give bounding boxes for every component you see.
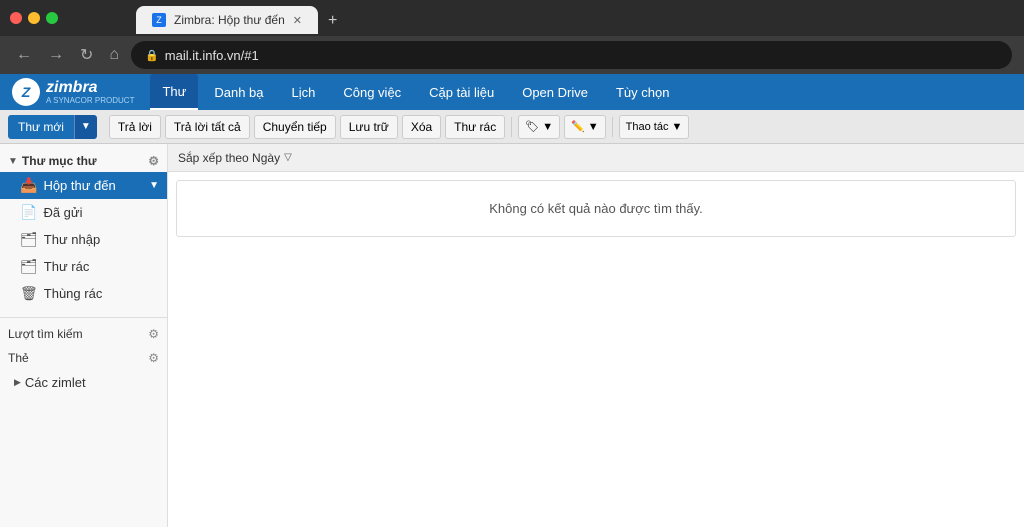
browser-titlebar: Z Zimbra: Hộp thư đến ✕ + xyxy=(0,0,1024,36)
back-button[interactable]: ← xyxy=(12,42,36,68)
actions-arrow: ▼ xyxy=(671,121,682,133)
spam-button[interactable]: Thư rác xyxy=(445,115,505,139)
sidebar: ▼ Thư mục thư ⚙ 📥 Hộp thư đến ▼ 📄 Đã gửi xyxy=(0,144,168,527)
new-email-button[interactable]: Thư mới xyxy=(8,115,74,139)
email-list: Không có kết quả nào được tìm thấy. xyxy=(168,172,1024,527)
reload-button[interactable]: ↻ xyxy=(76,41,97,69)
tags-section-header[interactable]: Thẻ ⚙ xyxy=(0,346,167,370)
sidebar-item-da-gui[interactable]: 📄 Đã gửi xyxy=(0,199,167,226)
sort-label[interactable]: Sắp xếp theo Ngày ▽ xyxy=(178,151,292,165)
forward-button[interactable]: Chuyển tiếp xyxy=(254,115,336,139)
toolbar-separator-2 xyxy=(612,117,613,137)
search-section-header[interactable]: Lượt tìm kiếm ⚙ xyxy=(0,322,167,346)
top-nav: Z zimbra A SYNACOR PRODUCT Thư Danh bạ L… xyxy=(0,74,1024,110)
tags-section-title: Thẻ xyxy=(8,351,29,365)
address-bar: ← → ↻ ⌂ 🔒 mail.it.info.vn/#1 xyxy=(0,36,1024,74)
address-text: mail.it.info.vn/#1 xyxy=(165,48,259,63)
search-settings-icon[interactable]: ⚙ xyxy=(148,327,159,341)
zimbra-z-icon: Z xyxy=(22,84,31,100)
tag-dropdown-arrow: ▼ xyxy=(542,121,553,133)
color-icon: ✏️ xyxy=(571,120,585,133)
folders-settings-icon[interactable]: ⚙ xyxy=(148,154,159,168)
actions-label: Thao tác xyxy=(626,121,669,133)
sidebar-item-thung-rac[interactable]: 🗑 Thùng rác xyxy=(0,280,167,307)
tab-title: Zimbra: Hộp thư đến xyxy=(174,13,285,27)
nav-tab-cap-tai-lieu[interactable]: Cặp tài liệu xyxy=(417,74,506,110)
nav-tab-danh-ba[interactable]: Danh bạ xyxy=(202,74,275,110)
sidebar-item-thu-nhap[interactable]: 🗂 Thư nhập xyxy=(0,226,167,253)
reply-button[interactable]: Trả lời xyxy=(109,115,161,139)
sidebar-divider-1 xyxy=(0,317,167,318)
sent-label: Đã gửi xyxy=(43,205,159,220)
folders-section-header: ▼ Thư mục thư ⚙ xyxy=(0,150,167,172)
sidebar-item-thu-rac[interactable]: 🗂 Thư rác xyxy=(0,253,167,280)
sidebar-item-hop-thu-den[interactable]: 📥 Hộp thư đến ▼ xyxy=(0,172,167,199)
empty-message-text: Không có kết quả nào được tìm thấy. xyxy=(489,201,703,216)
zimbra-logo: Z zimbra A SYNACOR PRODUCT xyxy=(12,78,134,106)
reply-all-button[interactable]: Trả lời tất cả xyxy=(165,115,250,139)
home-button[interactable]: ⌂ xyxy=(105,42,123,68)
sort-direction-arrow: ▽ xyxy=(284,152,292,163)
zimbra-wordmark: zimbra xyxy=(46,79,98,96)
address-input-field[interactable]: 🔒 mail.it.info.vn/#1 xyxy=(131,41,1012,69)
main-toolbar: Thư mới ▼ Trả lời Trả lời tất cả Chuyển … xyxy=(0,110,1024,144)
spam-label: Thư rác xyxy=(44,259,159,274)
zimlets-collapse-icon: ▶ xyxy=(14,377,21,388)
folders-section-title: Thư mục thư xyxy=(22,154,97,168)
tab-close-button[interactable]: ✕ xyxy=(293,14,302,27)
folders-collapse-triangle[interactable]: ▼ xyxy=(8,156,18,167)
inbox-label: Hộp thư đến xyxy=(43,178,143,193)
delete-button[interactable]: Xóa xyxy=(402,115,441,139)
actions-button[interactable]: Thao tác ▼ xyxy=(619,115,690,139)
folders-header-left: ▼ Thư mục thư xyxy=(8,154,97,168)
active-tab[interactable]: Z Zimbra: Hộp thư đến ✕ xyxy=(136,6,318,34)
close-button[interactable] xyxy=(10,12,22,24)
zimlets-section-header[interactable]: ▶ Các zimlet xyxy=(0,370,167,395)
empty-message: Không có kết quả nào được tìm thấy. xyxy=(176,180,1016,237)
main-area: ▼ Thư mục thư ⚙ 📥 Hộp thư đến ▼ 📄 Đã gửi xyxy=(0,144,1024,527)
zimbra-logo-text: zimbra A SYNACOR PRODUCT xyxy=(46,79,134,105)
trash-icon: 🗑 xyxy=(20,285,38,302)
draft-icon: 🗂 xyxy=(20,231,38,248)
color-dropdown-arrow: ▼ xyxy=(588,121,599,133)
lock-icon: 🔒 xyxy=(145,49,159,62)
forward-button[interactable]: → xyxy=(44,42,68,68)
tag-icon: 🏷 xyxy=(525,120,539,133)
tag-button[interactable]: 🏷 ▼ xyxy=(518,115,560,139)
maximize-button[interactable] xyxy=(46,12,58,24)
minimize-button[interactable] xyxy=(28,12,40,24)
nav-tab-cong-viec[interactable]: Công việc xyxy=(331,74,413,110)
zimbra-app: Z zimbra A SYNACOR PRODUCT Thư Danh bạ L… xyxy=(0,74,1024,527)
inbox-collapse-arrow: ▼ xyxy=(149,180,159,191)
trash-label: Thùng rác xyxy=(44,286,159,301)
traffic-lights xyxy=(10,12,58,24)
zimlets-title: Các zimlet xyxy=(25,375,86,390)
nav-tab-thu[interactable]: Thư xyxy=(150,74,198,110)
zimbra-subtitle: A SYNACOR PRODUCT xyxy=(46,97,134,105)
draft-label: Thư nhập xyxy=(44,232,159,247)
content-area: Sắp xếp theo Ngày ▽ Không có kết quả nào… xyxy=(168,144,1024,527)
inbox-icon: 📥 xyxy=(20,177,37,194)
sort-bar: Sắp xếp theo Ngày ▽ xyxy=(168,144,1024,172)
nav-tab-open-drive[interactable]: Open Drive xyxy=(510,74,600,110)
mail-folders-section: ▼ Thư mục thư ⚙ 📥 Hộp thư đến ▼ 📄 Đã gửi xyxy=(0,144,167,313)
zimbra-logo-circle: Z xyxy=(12,78,40,106)
color-button[interactable]: ✏️ ▼ xyxy=(564,115,606,139)
spam-folder-icon: 🗂 xyxy=(20,258,38,275)
new-email-button-wrapper: Thư mới ▼ xyxy=(8,115,97,139)
sort-by-text: Sắp xếp theo Ngày xyxy=(178,151,280,165)
tags-settings-icon[interactable]: ⚙ xyxy=(148,351,159,365)
nav-tab-tuy-chon[interactable]: Tùy chọn xyxy=(604,74,681,110)
nav-tab-lich[interactable]: Lịch xyxy=(280,74,328,110)
tab-favicon: Z xyxy=(152,13,166,27)
new-email-dropdown[interactable]: ▼ xyxy=(74,115,97,139)
browser-chrome: Z Zimbra: Hộp thư đến ✕ + ← → ↻ ⌂ 🔒 mail… xyxy=(0,0,1024,74)
new-tab-button[interactable]: + xyxy=(320,8,345,34)
toolbar-separator-1 xyxy=(511,117,512,137)
tab-bar: Z Zimbra: Hộp thư đến ✕ + xyxy=(66,2,345,34)
sent-icon: 📄 xyxy=(20,204,37,221)
archive-button[interactable]: Lưu trữ xyxy=(340,115,398,139)
search-section-title: Lượt tìm kiếm xyxy=(8,327,83,341)
